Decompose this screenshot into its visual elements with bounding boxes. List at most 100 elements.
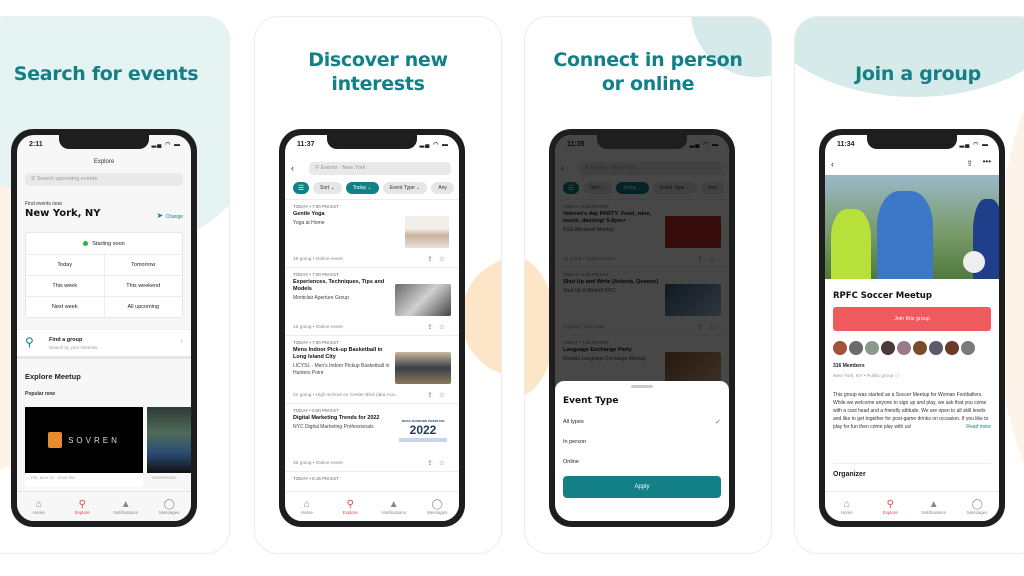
info-icon[interactable]: ⓘ: [895, 374, 900, 379]
tab-notifications[interactable]: ▲ Notifications: [374, 499, 414, 515]
filter-next-week[interactable]: Next week: [26, 297, 104, 317]
phone-mockup: 2:11 ▂▄ ◠ ▬ Explore ⚲ Search upcoming eve…: [11, 129, 197, 527]
signal-wifi-battery-icon: ▂▄ ◠ ▬: [151, 141, 181, 148]
tab-messages[interactable]: ◯ Messages: [417, 499, 457, 515]
share-icon[interactable]: ⇪: [427, 392, 439, 399]
tab-notifications[interactable]: ▲ Notifications: [914, 499, 954, 515]
member-avatar: [913, 341, 927, 355]
tab-bar: ⌂ Home ⚲ Explore ▲ Notifications ◯ Messages: [285, 491, 459, 521]
star-icon[interactable]: ☆: [439, 460, 451, 467]
tab-explore[interactable]: ⚲ Explore: [870, 499, 910, 515]
event-caption: FRI, NOV 12 · 10:00 PM: [31, 475, 75, 480]
popular-event-card[interactable]: TOMORROW ·: [147, 407, 191, 487]
date-chip[interactable]: Today ⌄: [345, 182, 379, 194]
tab-messages[interactable]: ◯ Messages: [957, 499, 997, 515]
share-icon[interactable]: ⇪: [427, 256, 439, 263]
filter-this-weekend[interactable]: This weekend: [103, 276, 183, 296]
member-avatars[interactable]: [833, 341, 975, 355]
star-icon[interactable]: ☆: [439, 392, 451, 399]
tab-bar: ⌂ Home ⚲ Explore ▲ Notifications ◯ Messages: [825, 491, 999, 521]
group-detail-screen: 11:34 ▂▄ ◠ ▬ ‹ ⇪ ••• RPFC Soccer Meetup J…: [825, 135, 999, 521]
filter-all-upcoming[interactable]: All upcoming: [103, 297, 183, 317]
join-group-button[interactable]: Join this group: [833, 307, 991, 331]
sort-chip[interactable]: Sort ⌄: [313, 182, 342, 194]
sovren-logo-icon: [48, 432, 63, 448]
magnifier-icon: ⚲: [25, 335, 34, 349]
event-list-item[interactable]: TODAY • 7:00 PM EST Experiences, Techniq…: [285, 267, 459, 335]
starting-soon-label: Starting soon: [92, 240, 125, 247]
event-type-sheet: Event Type All types ✓ In person Online A…: [555, 381, 729, 521]
event-list-item[interactable]: TODAY • 7:00 PM EST Mens Indoor Pick-up …: [285, 335, 459, 403]
option-label: All types: [563, 419, 584, 425]
read-more-link[interactable]: Read more: [966, 423, 991, 431]
event-meta: 22 going • High School on Center Blvd (a…: [293, 393, 399, 398]
thumb-band: [399, 438, 447, 442]
star-icon[interactable]: ☆: [439, 256, 451, 263]
tab-label: Explore: [342, 509, 358, 515]
share-icon[interactable]: ⇪: [427, 324, 439, 331]
headline: Search for events: [13, 63, 199, 85]
tab-home[interactable]: ⌂ Home: [287, 499, 327, 515]
home-icon: ⌂: [35, 498, 42, 510]
tab-home[interactable]: ⌂ Home: [827, 499, 867, 515]
starting-soon-row[interactable]: Starting soon: [26, 233, 182, 254]
find-group-row[interactable]: ⚲ Find a group Search by your interests …: [17, 329, 191, 359]
tab-label: Notifications: [381, 509, 406, 515]
event-list-item[interactable]: TODAY • 7:00 PM EST Gentle Yoga Yoga at …: [285, 199, 459, 267]
event-title: Digital Marketing Trends for 2022: [293, 415, 380, 421]
apply-button[interactable]: Apply: [563, 476, 721, 498]
tab-explore[interactable]: ⚲ Explore: [330, 499, 370, 515]
back-button[interactable]: ‹: [291, 163, 294, 173]
headline: Connect in person or online: [553, 49, 743, 95]
home-icon: ⌂: [303, 498, 310, 510]
tab-explore[interactable]: ⚲ Explore: [62, 499, 102, 515]
event-time: TODAY • 5:00 PM EST: [293, 408, 339, 413]
member-count[interactable]: 316 Members: [833, 363, 865, 369]
tab-label: Explore: [74, 509, 90, 515]
photo-figure: [877, 191, 933, 279]
photo-figure: [831, 209, 871, 279]
live-dot-icon: [83, 241, 89, 246]
event-list-item[interactable]: TODAY • 5:00 PM EST Digital Marketing Tr…: [285, 403, 459, 471]
search-input[interactable]: ⚲ Events · New York: [309, 162, 451, 175]
star-icon[interactable]: ☆: [439, 324, 451, 331]
member-avatar: [833, 341, 847, 355]
chip-label: Today: [352, 185, 367, 191]
tab-bar: ⌂ Home ⚲ Explore ▲ Notifications ◯ Messages: [17, 491, 191, 521]
find-group-title: Find a group: [49, 337, 83, 343]
thumb-year: 2022: [409, 423, 437, 437]
change-location-button[interactable]: ➤ Change: [157, 211, 183, 220]
panel-search-for-events: Search for events 2:11 ▂▄ ◠ ▬ Explore ⚲ S…: [0, 16, 230, 554]
event-title: Mens Indoor Pick-up Basketball in Long I…: [293, 347, 383, 360]
more-options-icon[interactable]: •••: [983, 157, 991, 166]
option-all-types[interactable]: All types ✓: [563, 412, 721, 432]
tab-messages[interactable]: ◯ Messages: [149, 499, 189, 515]
back-button[interactable]: ‹: [831, 159, 834, 169]
filter-today[interactable]: Today: [26, 255, 104, 275]
brand-text: SOVREN: [68, 435, 120, 445]
group-description: This group was started as a Soccer Meetu…: [833, 391, 991, 431]
popular-event-card[interactable]: SOVREN FRI, NOV 12 · 10:00 PM: [25, 407, 143, 487]
event-type-chip[interactable]: Event Type ⌄: [382, 182, 428, 194]
chevron-right-icon: ›: [180, 338, 183, 345]
filter-tomorrow[interactable]: Tomorrow: [103, 255, 183, 275]
search-input[interactable]: ⚲ Search upcoming events: [25, 173, 183, 186]
any-chip[interactable]: Any: [431, 182, 454, 194]
event-group: Yoga at Home: [293, 220, 325, 226]
share-icon[interactable]: ⇪: [966, 159, 973, 168]
sheet-drag-handle[interactable]: [631, 385, 653, 388]
description-text: This group was started as a Soccer Meetu…: [833, 392, 989, 430]
filter-this-week[interactable]: This week: [26, 276, 104, 296]
organizer-heading: Organizer: [833, 471, 866, 478]
starting-soon-button[interactable]: Starting soon: [26, 233, 182, 254]
share-icon[interactable]: ⇪: [427, 460, 439, 467]
group-name: RPFC Soccer Meetup: [833, 291, 932, 301]
option-online[interactable]: Online: [563, 452, 721, 472]
member-avatar: [897, 341, 911, 355]
tab-label: Notifications: [921, 509, 946, 515]
tab-home[interactable]: ⌂ Home: [19, 499, 59, 515]
option-in-person[interactable]: In person: [563, 432, 721, 452]
tab-notifications[interactable]: ▲ Notifications: [106, 499, 146, 515]
screen-title: Explore: [93, 159, 115, 165]
filters-button[interactable]: ☰: [293, 182, 309, 194]
